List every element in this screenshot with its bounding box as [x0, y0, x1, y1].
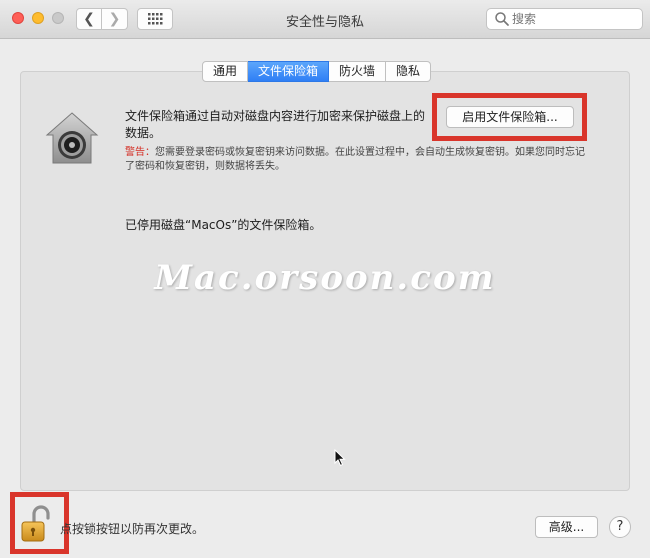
unlocked-padlock-icon[interactable]	[20, 505, 50, 543]
advanced-button[interactable]: 高级...	[535, 516, 598, 538]
lock-hint: 点按锁按钮以防再次更改。	[60, 522, 205, 536]
tab-bar: 通用 文件保险箱 防火墙 隐私	[202, 61, 432, 82]
enable-filevault-button[interactable]: 启用文件保险箱...	[446, 106, 574, 128]
help-button[interactable]: ?	[609, 516, 631, 538]
search-icon	[495, 12, 509, 26]
tab-filevault[interactable]: 文件保险箱	[248, 61, 330, 82]
title-bar: ❮ ❯ 安全性与隐私	[0, 0, 650, 39]
search-input[interactable]	[510, 12, 634, 26]
filevault-description: 文件保险箱通过自动对磁盘内容进行加密来保护磁盘上的数据。	[125, 109, 426, 140]
tab-privacy[interactable]: 隐私	[386, 61, 432, 82]
tab-general[interactable]: 通用	[202, 61, 249, 82]
mouse-cursor-icon	[334, 449, 346, 467]
warning-label: 警告：	[125, 147, 155, 158]
filevault-status: 已停用磁盘“MacOs”的文件保险箱。	[125, 218, 322, 232]
warning-body: 您需要登录密码或恢复密钥来访问数据。在此设置过程中，会自动生成恢复密钥。如果您同…	[125, 147, 585, 172]
search-field[interactable]	[486, 8, 643, 30]
warning-text: 警告：您需要登录密码或恢复密钥来访问数据。在此设置过程中，会自动生成恢复密钥。如…	[125, 146, 590, 174]
filevault-icon	[45, 112, 99, 164]
watermark: Mac.orsoon.com	[154, 258, 496, 298]
tab-firewall[interactable]: 防火墙	[329, 61, 387, 82]
